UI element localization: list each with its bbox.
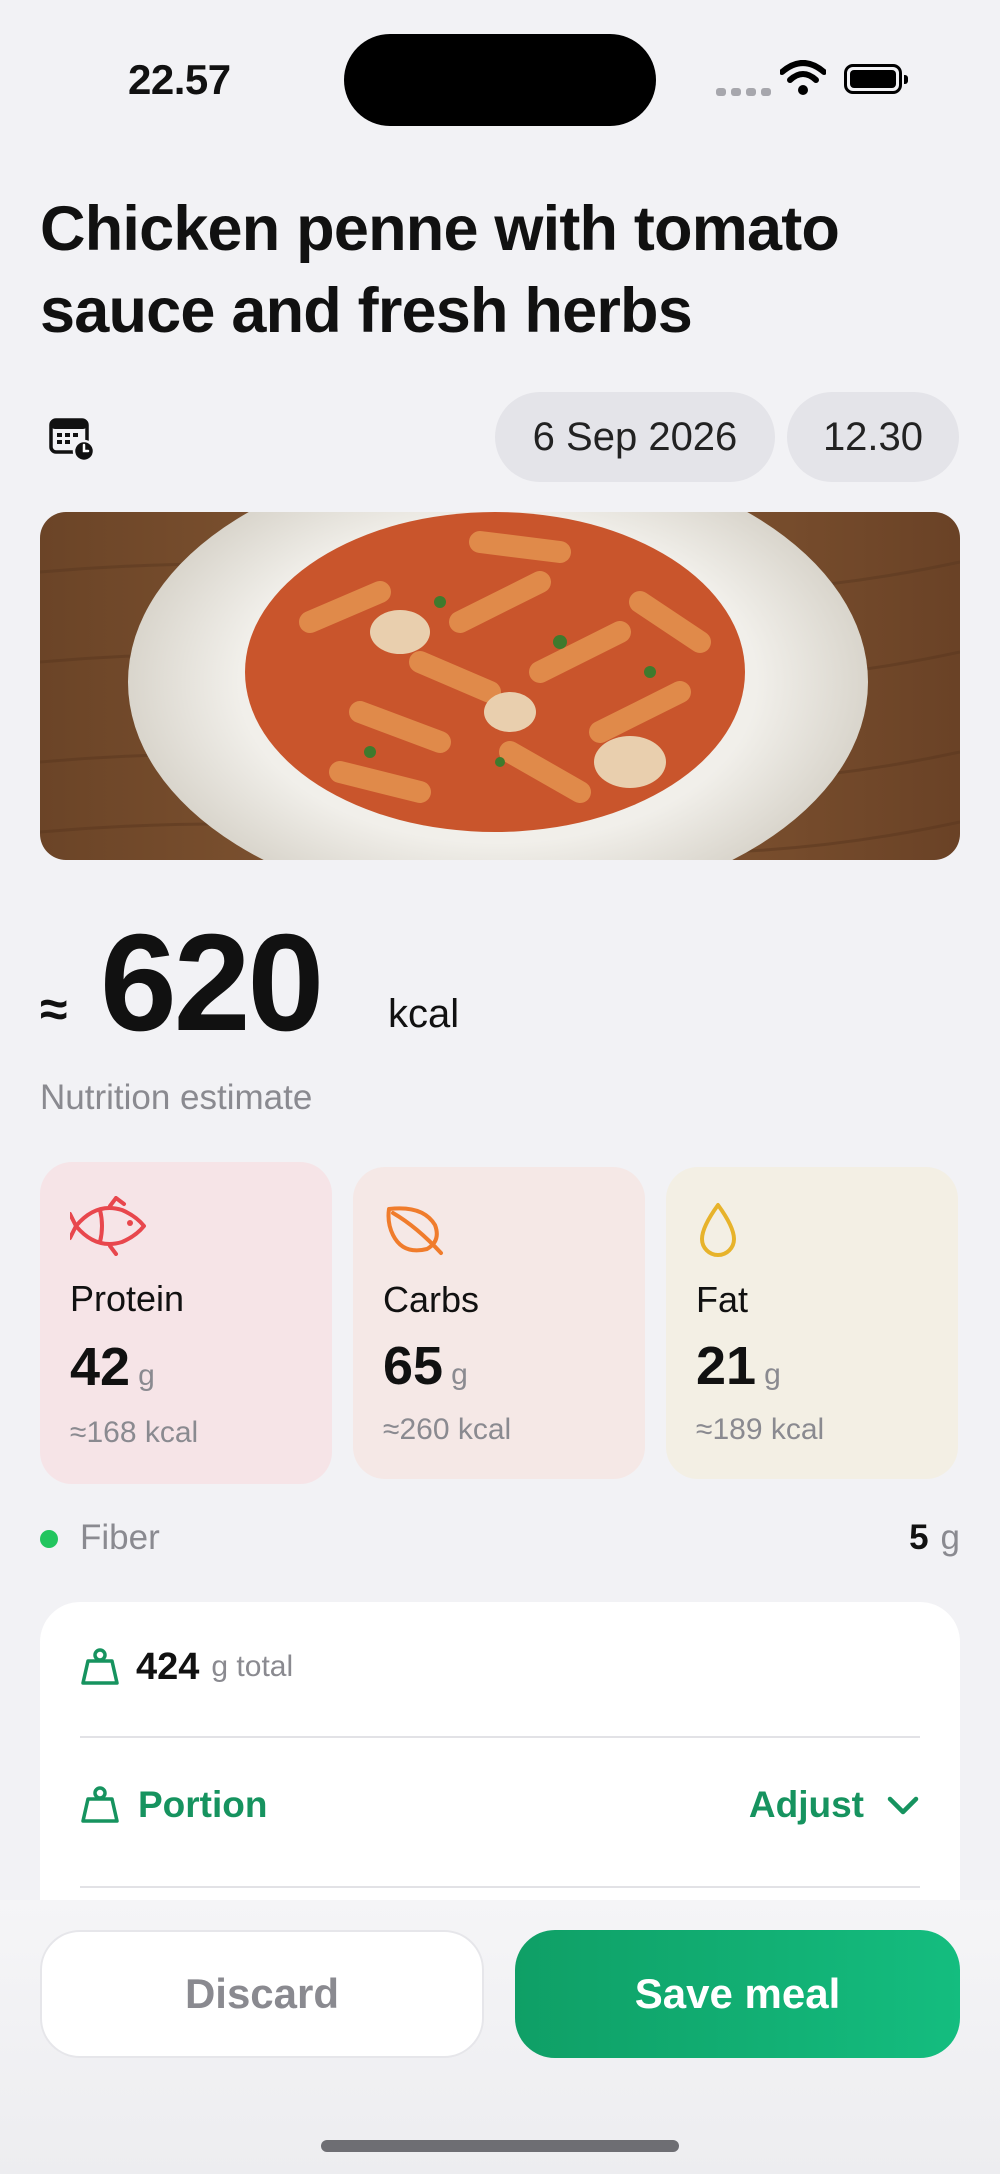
weight-card: 424 g total Portion Adjust (40, 1602, 960, 1902)
portion-row[interactable]: Portion Adjust (80, 1780, 920, 1830)
time-pill[interactable]: 12.30 (787, 392, 959, 482)
battery-icon (844, 64, 908, 94)
calorie-unit: kcal (388, 992, 460, 1036)
cellular-signal-icon (716, 88, 771, 96)
fish-icon (70, 1196, 146, 1256)
total-weight-row: 424 g total (80, 1642, 293, 1692)
fiber-dot (40, 1530, 58, 1548)
fiber-value: 5g (909, 1518, 960, 1557)
dynamic-island (344, 34, 656, 126)
date-pill[interactable]: 6 Sep 2026 (495, 392, 775, 482)
macro-card-protein[interactable]: Protein 42 g ≈168 kcal (40, 1162, 332, 1484)
status-time: 22.57 (128, 56, 231, 103)
wifi-icon (780, 60, 826, 95)
drop-icon (700, 1203, 736, 1257)
portion-label: Portion (138, 1784, 268, 1825)
nutrition-estimate-label: Nutrition estimate (40, 1078, 313, 1117)
macro-name: Carbs (383, 1279, 480, 1320)
weight-icon (81, 1648, 119, 1685)
adjust-label: Adjust (748, 1784, 864, 1825)
meal-photo (40, 512, 960, 860)
total-weight-value: 424 (136, 1645, 200, 1688)
macro-name: Fat (696, 1279, 749, 1320)
macro-kcal: ≈260 kcal (383, 1413, 512, 1446)
divider (80, 1736, 920, 1738)
discard-button[interactable]: Discard (40, 1930, 484, 2058)
macro-kcal: ≈168 kcal (70, 1416, 199, 1449)
total-weight-label: g total (211, 1650, 294, 1683)
adjust-button[interactable]: Adjust (749, 1784, 920, 1826)
leaf-icon (386, 1206, 443, 1255)
macro-value: 42 g (70, 1337, 155, 1397)
macro-kcal: ≈189 kcal (696, 1413, 825, 1446)
save-meal-button[interactable]: Save meal (515, 1930, 960, 2058)
home-indicator[interactable] (321, 2140, 679, 2152)
approx-symbol: ≈ (40, 981, 68, 1037)
calorie-value: 620 (100, 906, 324, 1060)
macro-value: 65 g (383, 1336, 468, 1396)
macro-card-carbs[interactable]: Carbs 65 g ≈260 kcal (353, 1167, 645, 1479)
calendar-clock-icon[interactable] (48, 414, 98, 464)
divider (80, 1886, 920, 1888)
weight-icon (81, 1786, 119, 1823)
macro-card-fat[interactable]: Fat 21 g ≈189 kcal (666, 1167, 958, 1479)
macro-name: Protein (70, 1278, 185, 1319)
meal-title: Chicken penne with tomato sauce and fres… (40, 194, 840, 346)
fiber-label: Fiber (80, 1518, 160, 1557)
chevron-down-icon (887, 1796, 919, 1815)
macro-value: 21 g (696, 1336, 781, 1396)
